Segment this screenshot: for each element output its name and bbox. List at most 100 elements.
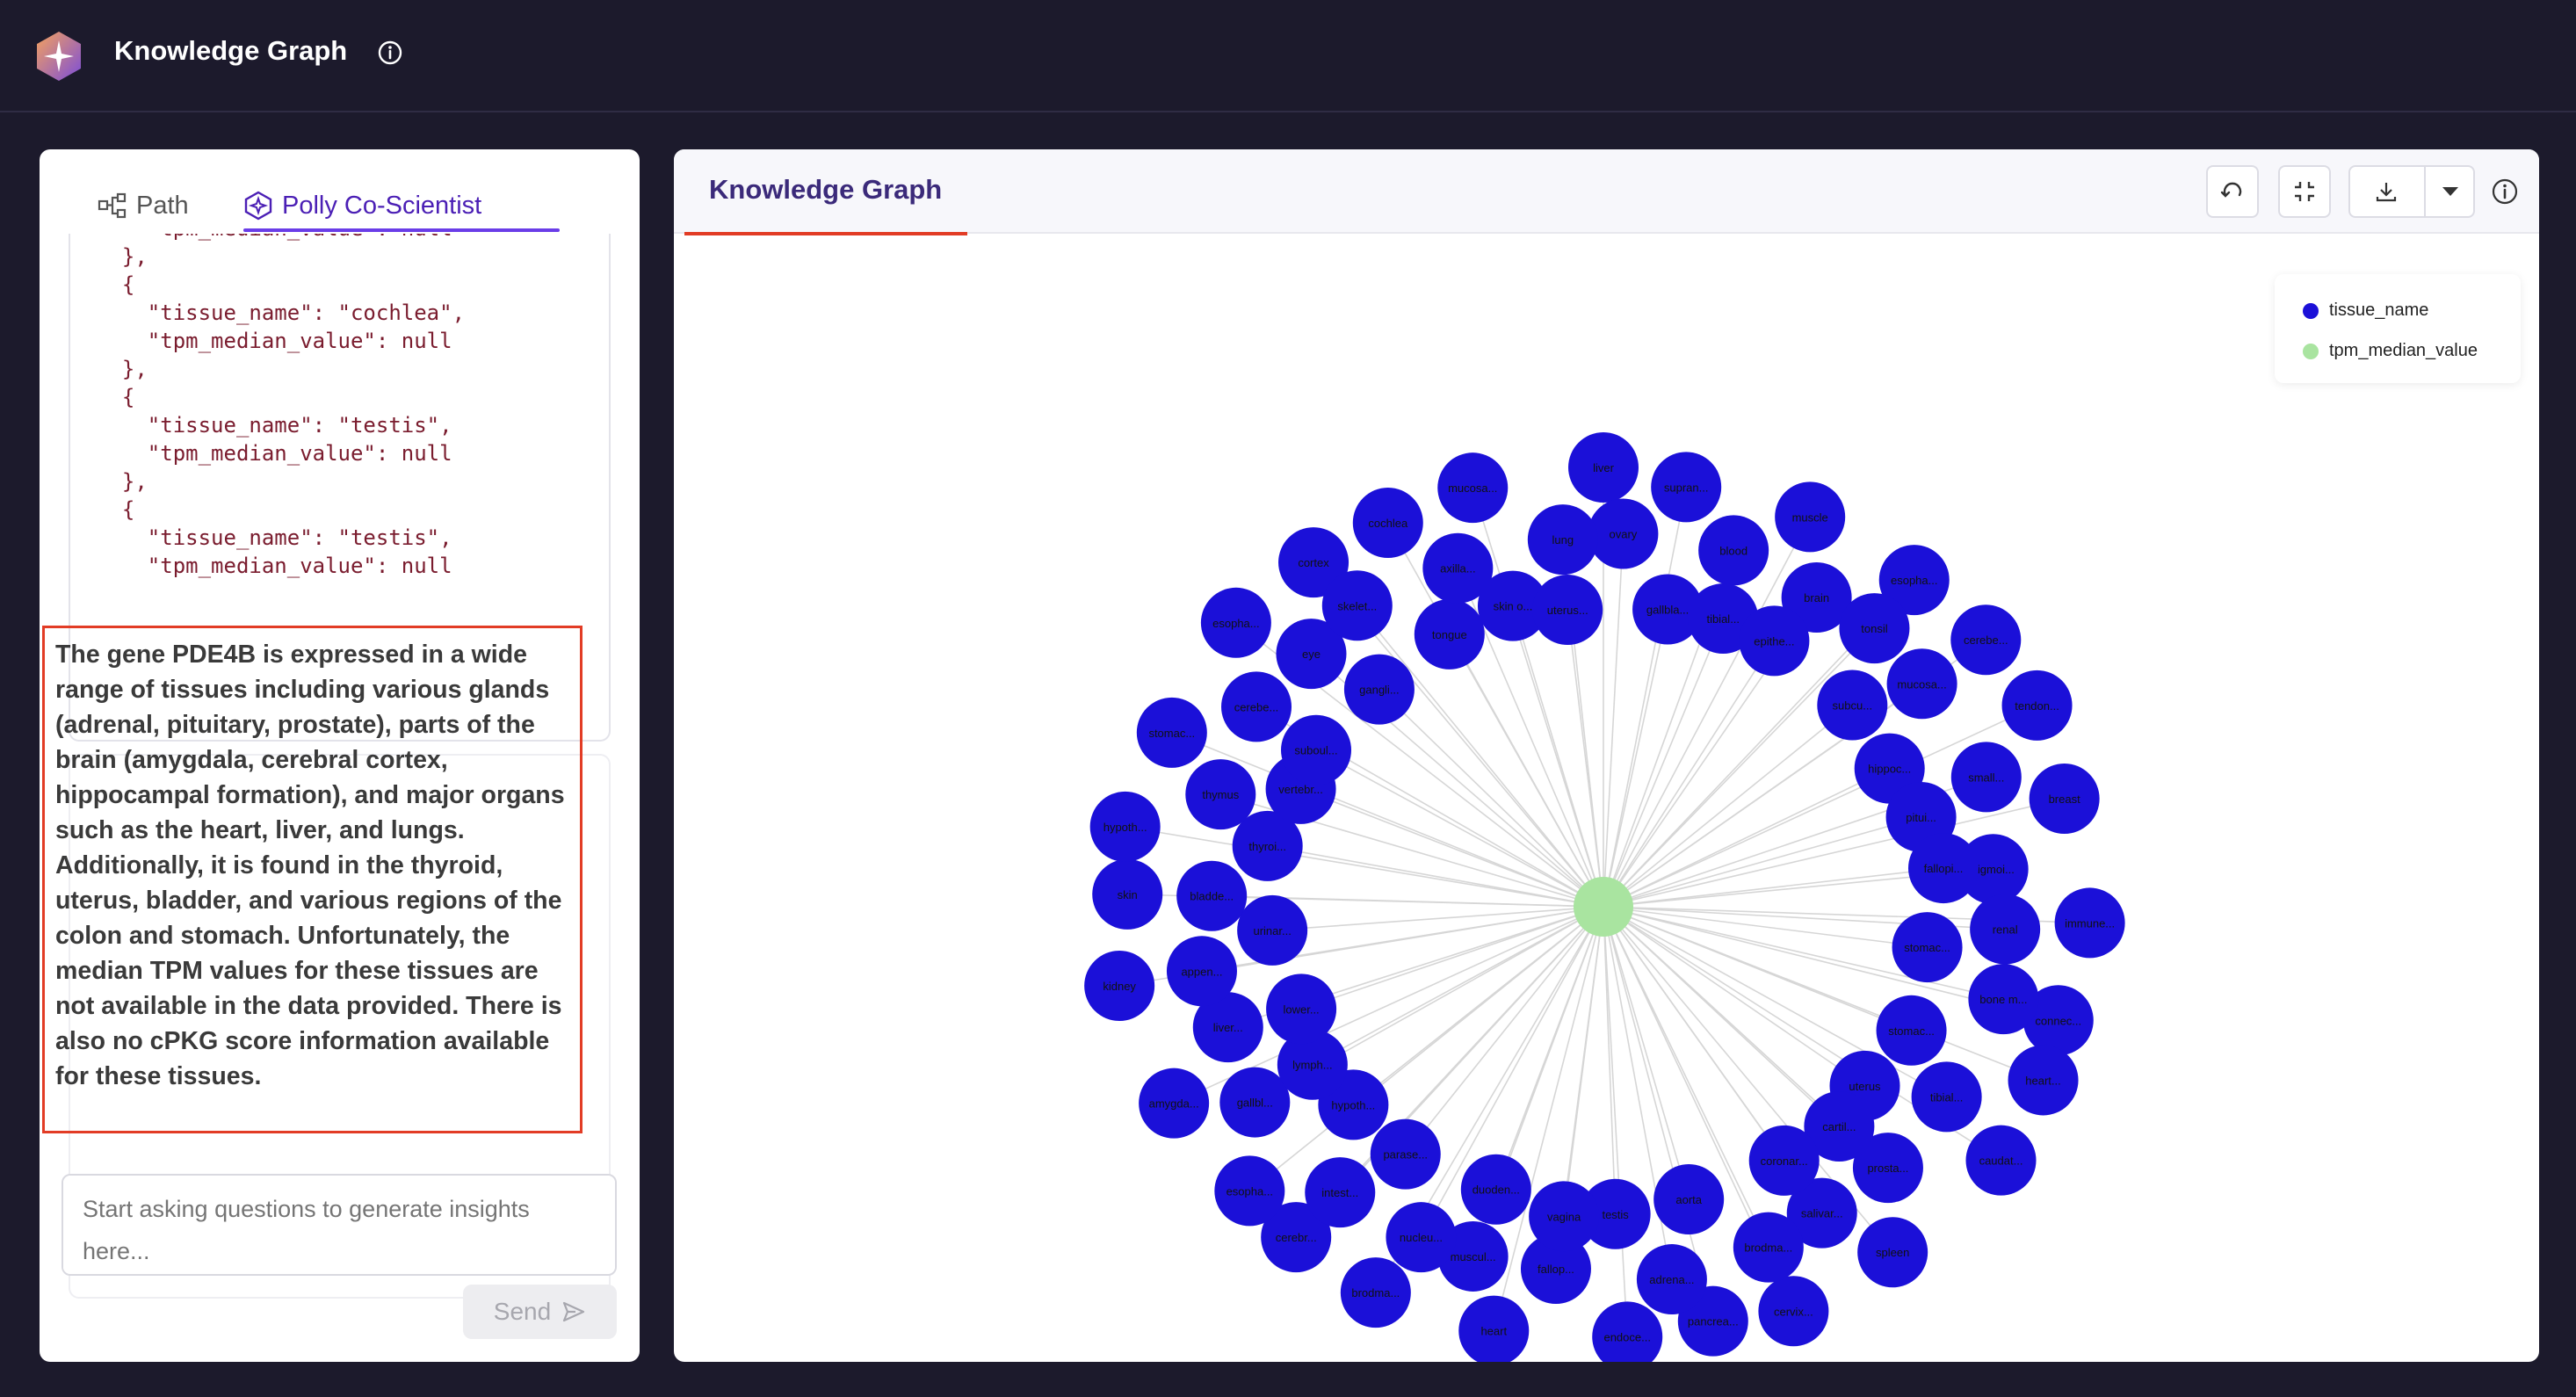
graph-legend: tissue_name tpm_median_value <box>2275 274 2521 383</box>
graph-node-tissue[interactable]: spleen <box>1857 1217 1928 1288</box>
graph-node-tissue[interactable]: bladde... <box>1176 860 1248 931</box>
graph-node-tissue[interactable]: gallbl... <box>1219 1067 1291 1138</box>
graph-node-label: lower... <box>1283 1003 1319 1016</box>
graph-node-tissue[interactable]: kidney <box>1084 950 1155 1021</box>
graph-node-tissue[interactable]: esopha... <box>1200 587 1271 658</box>
graph-header: Knowledge Graph <box>674 149 2539 234</box>
graph-node-tissue[interactable]: small... <box>1950 742 2022 813</box>
chat-input[interactable] <box>62 1174 617 1276</box>
graph-node-tissue[interactable]: skin <box>1092 858 1163 930</box>
fullscreen-button[interactable] <box>2278 165 2331 218</box>
graph-node-label: stomac... <box>1888 1024 1935 1038</box>
graph-node-tissue[interactable]: adrena... <box>1636 1244 1707 1315</box>
graph-node-tissue[interactable]: heart <box>1458 1295 1530 1362</box>
graph-node-label: esopha... <box>1226 1184 1274 1198</box>
app-logo-icon[interactable] <box>35 30 83 83</box>
graph-node-tissue[interactable]: stomac... <box>1876 995 1947 1066</box>
graph-node-tissue[interactable]: thymus <box>1185 759 1256 830</box>
graph-node-tissue[interactable]: subcu... <box>1817 670 1888 741</box>
graph-node-tissue[interactable]: suboul... <box>1281 714 1352 785</box>
graph-node-tissue[interactable]: intest... <box>1305 1157 1376 1228</box>
graph-node-tissue[interactable]: coronar... <box>1748 1125 1820 1196</box>
graph-node-tissue[interactable]: esopha... <box>1214 1155 1285 1227</box>
tab-path[interactable]: Path <box>98 185 189 227</box>
graph-node-label: brain <box>1804 591 1829 604</box>
graph-node-label: blood <box>1719 544 1747 557</box>
graph-node-tissue[interactable]: breast <box>2029 764 2100 835</box>
graph-node-label: amygda... <box>1149 1097 1199 1111</box>
top-bar: Knowledge Graph <box>0 0 2576 112</box>
graph-node-tissue[interactable]: renal <box>1970 894 2041 965</box>
graph-node-tissue[interactable]: endoce... <box>1592 1301 1663 1362</box>
download-options-button[interactable] <box>2426 167 2475 216</box>
graph-node-tissue[interactable]: blood <box>1698 515 1769 586</box>
send-icon <box>563 1301 585 1322</box>
graph-node-tissue[interactable]: parase... <box>1370 1118 1441 1190</box>
graph-node-tpm-median-value[interactable] <box>1574 877 1633 937</box>
download-button[interactable] <box>2355 167 2417 216</box>
graph-info-icon[interactable] <box>2491 177 2519 206</box>
graph-node-tissue[interactable]: tongue <box>1414 598 1485 670</box>
graph-node-label: epithe... <box>1754 634 1794 648</box>
graph-node-tissue[interactable]: ovary <box>1588 498 1659 569</box>
graph-node-tissue[interactable]: uterus... <box>1532 575 1603 646</box>
graph-node-tissue[interactable]: lung <box>1527 504 1598 575</box>
graph-node-tissue[interactable]: supran... <box>1651 452 1722 523</box>
graph-node-label: cerebe... <box>1964 633 2008 647</box>
refresh-button[interactable] <box>2206 165 2259 218</box>
graph-node-tissue[interactable]: gangli... <box>1343 654 1415 725</box>
graph-node-label: nucleu... <box>1400 1231 1443 1244</box>
graph-node-label: gallbl... <box>1237 1097 1273 1110</box>
tab-polly-co-scientist[interactable]: Polly Co-Scientist <box>243 185 481 227</box>
graph-node-label: immune... <box>2065 916 2115 930</box>
graph-node-tissue[interactable]: heart... <box>2008 1045 2079 1116</box>
graph-node-tissue[interactable]: mucosa... <box>1437 452 1509 524</box>
info-icon[interactable] <box>378 40 402 65</box>
graph-node-tissue[interactable]: nucleu... <box>1386 1202 1457 1273</box>
graph-node-tissue[interactable]: tonsil <box>1839 593 1910 664</box>
graph-node-tissue[interactable]: tibial... <box>1911 1061 1982 1133</box>
graph-node-tissue[interactable]: cervix... <box>1758 1276 1829 1347</box>
graph-node-label: vagina <box>1547 1210 1581 1223</box>
graph-node-tissue[interactable]: liver <box>1568 432 1639 503</box>
graph-node-tissue[interactable]: cerebe... <box>1221 671 1292 742</box>
graph-node-tissue[interactable]: duoden... <box>1460 1154 1531 1225</box>
graph-node-label: heart... <box>2025 1074 2060 1087</box>
graph-node-tissue[interactable]: vagina <box>1529 1181 1600 1252</box>
graph-node-tissue[interactable]: epithe... <box>1739 605 1810 677</box>
graph-node-tissue[interactable]: hypoth... <box>1089 791 1161 862</box>
graph-node-tissue[interactable]: urinar... <box>1237 894 1308 966</box>
graph-node-tissue[interactable]: tendon... <box>2001 670 2073 741</box>
graph-node-tissue[interactable]: caudat... <box>1965 1125 2037 1196</box>
graph-node-tissue[interactable]: mucosa... <box>1886 648 1957 720</box>
knowledge-graph-canvas[interactable]: liver ovary gallbla... supran... blood tibial… <box>674 235 2539 1362</box>
graph-node-tissue[interactable]: brodma... <box>1340 1257 1411 1328</box>
legend-dot <box>2303 302 2319 319</box>
graph-node-label: connec... <box>2035 1014 2081 1027</box>
send-button[interactable]: Send <box>463 1285 617 1339</box>
graph-node-tissue[interactable]: cochlea <box>1352 488 1423 559</box>
graph-node-tissue[interactable]: appen... <box>1166 936 1237 1007</box>
graph-node-label: skelet... <box>1337 599 1377 612</box>
graph-node-label: aorta <box>1675 1193 1702 1206</box>
graph-node-tissue[interactable]: muscle <box>1775 481 1846 553</box>
graph-node-label: uterus... <box>1547 604 1588 617</box>
graph-node-tissue[interactable]: fallopi... <box>1908 833 1979 904</box>
graph-node-tissue[interactable]: stomac... <box>1892 912 1963 983</box>
graph-node-label: gangli... <box>1359 684 1400 697</box>
app-title: Knowledge Graph <box>114 35 348 66</box>
graph-node-tissue[interactable]: lower... <box>1266 974 1337 1045</box>
graph-node-tissue[interactable]: stomac... <box>1136 697 1207 768</box>
graph-node-tissue[interactable]: aorta <box>1653 1164 1725 1235</box>
graph-node-tissue[interactable]: brodma... <box>1733 1212 1804 1283</box>
graph-node-tissue[interactable]: skelet... <box>1321 570 1393 641</box>
graph-node-label: lymph... <box>1292 1059 1333 1072</box>
graph-node-tissue[interactable]: bone m... <box>1968 964 2039 1035</box>
graph-node-tissue[interactable]: immune... <box>2054 887 2125 959</box>
graph-node-label: small... <box>1968 771 2004 784</box>
panel-tabs: Path Polly Co-Scientist <box>40 149 640 234</box>
graph-node-label: hypoth... <box>1103 821 1147 834</box>
graph-node-tissue[interactable]: amygda... <box>1139 1068 1210 1139</box>
graph-node-tissue[interactable]: cerebe... <box>1950 604 2022 676</box>
graph-node-label: stomac... <box>1148 727 1195 740</box>
